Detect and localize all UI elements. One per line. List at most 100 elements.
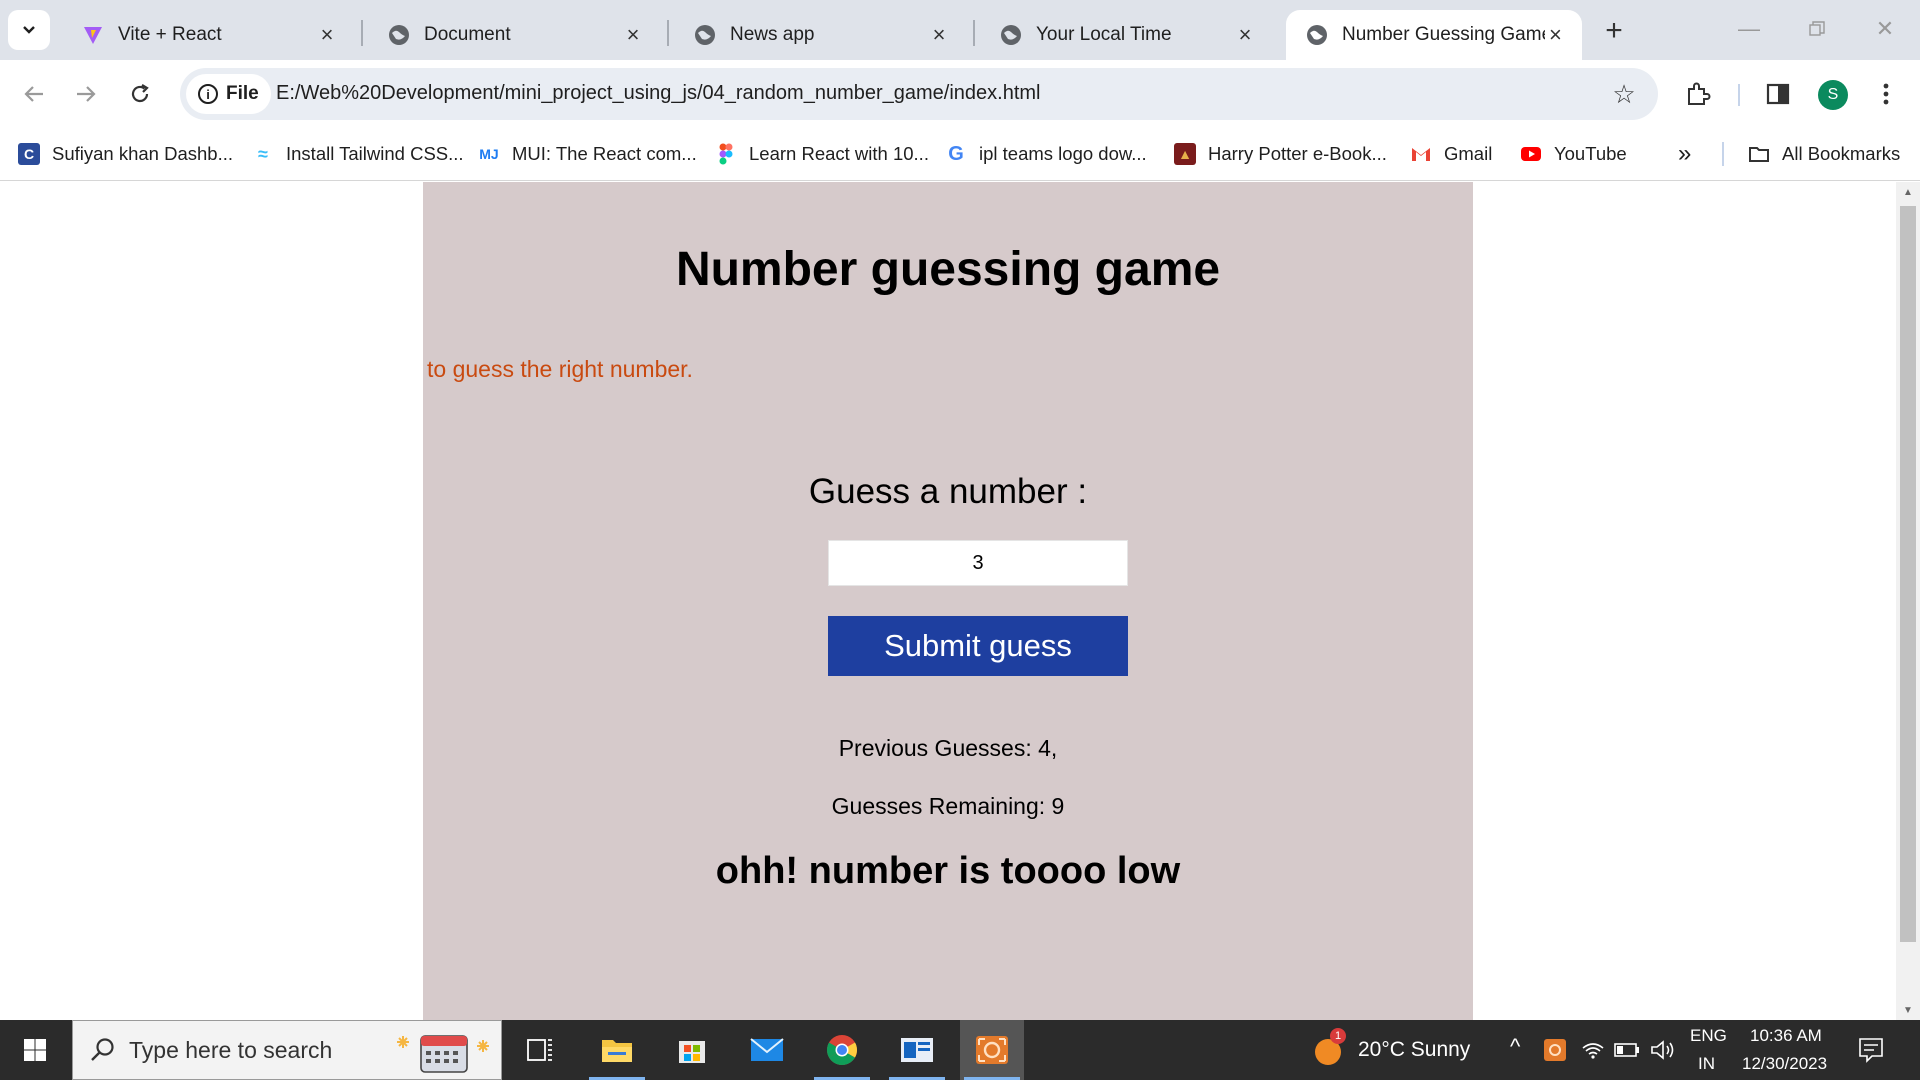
bookmark-item[interactable]: G ipl teams logo dow... bbox=[945, 138, 1147, 170]
address-bar[interactable]: i File E:/Web%20Development/mini_project… bbox=[180, 68, 1658, 120]
windows-taskbar: Type here to search 1 20°C Sunny ^ ENG I… bbox=[0, 1020, 1920, 1080]
vscode-window-icon[interactable] bbox=[885, 1020, 949, 1080]
chevron-down-icon bbox=[23, 26, 35, 34]
side-panel-icon[interactable] bbox=[1758, 74, 1798, 114]
file-explorer-icon[interactable] bbox=[585, 1020, 649, 1080]
guess-label: Guess a number : bbox=[808, 472, 1088, 511]
bookmark-label: ipl teams logo dow... bbox=[979, 143, 1147, 164]
notification-center-icon[interactable] bbox=[1858, 1037, 1884, 1063]
taskbar-search[interactable]: Type here to search bbox=[72, 1020, 502, 1080]
c-logo-icon: C bbox=[18, 143, 40, 165]
book-icon: ▲ bbox=[1174, 143, 1196, 165]
tab-title: Number Guessing Game bbox=[1342, 24, 1545, 45]
bookmark-label: YouTube bbox=[1554, 143, 1627, 164]
tab-title: News app bbox=[730, 24, 815, 45]
bookmark-label: Sufiyan khan Dashb... bbox=[52, 143, 233, 164]
bookmarks-divider bbox=[1722, 142, 1724, 166]
start-button[interactable] bbox=[0, 1020, 70, 1080]
tab-news-app[interactable]: News app × bbox=[674, 10, 966, 60]
weather-text[interactable]: 20°C Sunny bbox=[1358, 1038, 1470, 1062]
show-hidden-icons-chevron-icon[interactable]: ^ bbox=[1510, 1034, 1520, 1060]
site-info-chip[interactable]: i File bbox=[186, 74, 271, 114]
back-button[interactable] bbox=[12, 72, 56, 116]
close-icon[interactable]: × bbox=[1234, 22, 1256, 47]
screenshot-tool-icon[interactable] bbox=[960, 1020, 1024, 1080]
close-window-icon[interactable]: ✕ bbox=[1868, 12, 1902, 46]
reload-button[interactable] bbox=[118, 72, 162, 116]
weather-badge: 1 bbox=[1330, 1028, 1346, 1044]
tab-vite-react[interactable]: Vite + React × bbox=[62, 10, 354, 60]
clock-time[interactable]: 10:36 AM bbox=[1750, 1026, 1822, 1046]
game-panel: Number guessing game to guess the right … bbox=[423, 182, 1473, 1020]
wifi-icon[interactable] bbox=[1581, 1040, 1605, 1060]
vite-icon bbox=[84, 27, 102, 44]
tab-number-guessing-game[interactable]: Number Guessing Game × bbox=[1286, 10, 1582, 60]
scroll-down-arrow-icon[interactable]: ▼ bbox=[1896, 1000, 1920, 1020]
submit-guess-button[interactable]: Submit guess bbox=[828, 616, 1128, 676]
reload-icon bbox=[131, 84, 149, 103]
windows-logo-icon bbox=[24, 1039, 46, 1061]
tab-strip: Vite + React × Document × News app × You… bbox=[0, 0, 1920, 60]
bookmark-label: Learn React with 10... bbox=[749, 143, 929, 164]
game-instructions: to guess the right number. bbox=[427, 356, 693, 382]
scroll-up-arrow-icon[interactable]: ▲ bbox=[1896, 182, 1920, 202]
bookmark-item[interactable]: Gmail bbox=[1410, 138, 1492, 170]
result-message: ohh! number is toooo low bbox=[715, 850, 1181, 892]
tab-separator bbox=[667, 20, 669, 46]
globe-icon bbox=[389, 25, 409, 45]
extensions-icon[interactable] bbox=[1678, 74, 1718, 114]
chrome-icon[interactable] bbox=[810, 1020, 874, 1080]
tab-title: Your Local Time bbox=[1036, 24, 1172, 45]
previous-guesses: Previous Guesses: 4, bbox=[838, 735, 1058, 761]
toolbar-divider bbox=[1738, 84, 1740, 106]
close-icon[interactable]: × bbox=[622, 22, 644, 47]
profile-avatar[interactable]: S bbox=[1818, 80, 1848, 110]
guesses-remaining: Guesses Remaining: 9 bbox=[831, 793, 1065, 819]
bookmark-item[interactable]: YouTube bbox=[1520, 138, 1627, 170]
restore-icon[interactable] bbox=[1800, 12, 1834, 46]
volume-icon[interactable] bbox=[1650, 1039, 1676, 1061]
tab-document[interactable]: Document × bbox=[368, 10, 660, 60]
all-bookmarks-button[interactable]: All Bookmarks bbox=[1748, 138, 1900, 170]
language-primary[interactable]: ENG bbox=[1690, 1026, 1727, 1046]
youtube-icon bbox=[1521, 147, 1541, 161]
tab-separator bbox=[973, 20, 975, 46]
page-title: Number guessing game bbox=[675, 243, 1221, 296]
forward-button[interactable] bbox=[64, 72, 108, 116]
page-viewport: Number guessing game to guess the right … bbox=[0, 182, 1896, 1020]
bookmark-star-icon[interactable]: ☆ bbox=[1608, 78, 1640, 110]
bookmark-item[interactable]: C Sufiyan khan Dashb... bbox=[18, 138, 233, 170]
close-icon[interactable]: × bbox=[316, 22, 338, 47]
tab-search-button[interactable] bbox=[8, 10, 50, 50]
task-view-icon[interactable] bbox=[508, 1020, 572, 1080]
bookmark-item[interactable]: ▲ Harry Potter e-Book... bbox=[1174, 138, 1387, 170]
bookmark-label: Harry Potter e-Book... bbox=[1208, 143, 1387, 164]
tab-your-local-time[interactable]: Your Local Time × bbox=[980, 10, 1272, 60]
scheme-label: File bbox=[226, 83, 259, 104]
language-secondary: IN bbox=[1698, 1054, 1715, 1073]
url-text[interactable]: E:/Web%20Development/mini_project_using_… bbox=[276, 82, 1041, 105]
bookmark-item[interactable]: MJ MUI: The React com... bbox=[478, 138, 696, 170]
close-icon[interactable]: × bbox=[1545, 22, 1566, 47]
search-placeholder: Type here to search bbox=[129, 1036, 333, 1063]
globe-icon bbox=[1307, 25, 1327, 45]
close-icon[interactable]: × bbox=[928, 22, 950, 47]
more-bookmarks-chevron-icon[interactable]: » bbox=[1678, 138, 1691, 170]
menu-kebab-icon[interactable] bbox=[1866, 74, 1906, 114]
mail-icon[interactable] bbox=[735, 1020, 799, 1080]
new-tab-button[interactable]: + bbox=[1597, 14, 1631, 48]
battery-icon[interactable] bbox=[1614, 1042, 1640, 1058]
arrow-right-icon bbox=[77, 86, 96, 102]
scrollbar-thumb[interactable] bbox=[1900, 206, 1916, 942]
gmail-icon bbox=[1412, 148, 1430, 161]
tray-app-icon[interactable] bbox=[1543, 1038, 1567, 1062]
bookmark-label: Gmail bbox=[1444, 143, 1493, 164]
bookmark-item[interactable]: Learn React with 10... bbox=[715, 138, 929, 170]
guess-input[interactable] bbox=[828, 540, 1128, 586]
page-scrollbar[interactable]: ▲ ▼ bbox=[1896, 182, 1920, 1020]
minimize-icon[interactable]: — bbox=[1732, 12, 1766, 46]
bookmark-item[interactable]: ≈ Install Tailwind CSS... bbox=[252, 138, 464, 170]
microsoft-store-icon[interactable] bbox=[660, 1020, 724, 1080]
tab-title: Document bbox=[424, 24, 511, 45]
clock-date[interactable]: 12/30/2023 bbox=[1742, 1054, 1827, 1074]
